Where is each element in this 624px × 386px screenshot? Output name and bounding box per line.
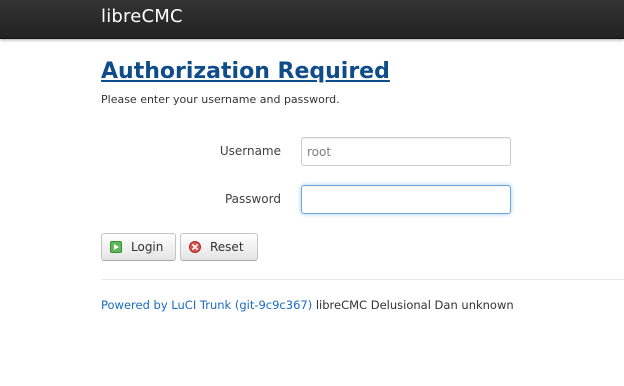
login-button-label: Login — [131, 240, 164, 254]
page-description: Please enter your username and password. — [101, 93, 340, 106]
top-navbar: libreCMC — [0, 0, 624, 39]
reset-button[interactable]: Reset — [180, 233, 258, 261]
username-label: Username — [219, 144, 281, 158]
login-button[interactable]: Login — [101, 233, 176, 261]
footer-divider — [101, 279, 624, 280]
password-label: Password — [224, 192, 281, 206]
password-input[interactable] — [301, 185, 511, 214]
brand-link[interactable]: libreCMC — [101, 6, 183, 27]
apply-icon — [110, 241, 122, 253]
luci-powered-by-link[interactable]: Powered by LuCI Trunk (git-9c9c367) — [101, 298, 312, 312]
username-input[interactable] — [301, 137, 511, 166]
page-title: Authorization Required — [101, 59, 390, 84]
footer: Powered by LuCI Trunk (git-9c9c367) libr… — [101, 298, 514, 312]
reset-button-label: Reset — [210, 240, 244, 254]
footer-version-text: libreCMC Delusional Dan unknown — [315, 298, 514, 312]
reset-icon — [189, 241, 201, 253]
